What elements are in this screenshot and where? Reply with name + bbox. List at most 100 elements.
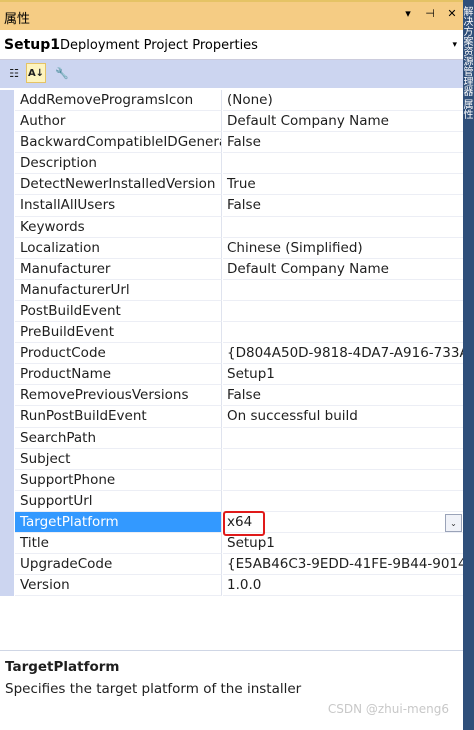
property-name[interactable]: SearchPath: [15, 427, 222, 449]
property-name[interactable]: Version: [15, 575, 222, 597]
property-row[interactable]: ManufacturerUrl: [0, 279, 463, 301]
property-name[interactable]: DetectNewerInstalledVersion: [15, 174, 222, 196]
property-row[interactable]: ProductCode {D804A50D-9818-4DA7-A916-733A: [0, 343, 463, 365]
row-margin: [0, 195, 14, 217]
property-row[interactable]: SupportPhone: [0, 469, 463, 491]
property-name[interactable]: Description: [15, 153, 222, 175]
property-name[interactable]: AddRemoveProgramsIcon: [15, 90, 222, 112]
property-name[interactable]: PreBuildEvent: [15, 322, 222, 344]
property-name[interactable]: Author: [15, 111, 222, 133]
row-margin: [0, 406, 14, 428]
object-selector-dropdown-icon[interactable]: ▾: [452, 40, 457, 50]
property-row[interactable]: InstallAllUsers False: [0, 195, 463, 217]
window-menu-dropdown-icon[interactable]: ▾: [401, 7, 415, 20]
property-row[interactable]: Keywords: [0, 216, 463, 238]
row-margin: [0, 490, 14, 512]
row-margin: [0, 132, 14, 154]
grid-empty-area: [0, 599, 463, 650]
side-tab-label[interactable]: 解决方案资源管理器 属性: [463, 6, 474, 176]
property-row[interactable]: Localization Chinese (Simplified): [0, 237, 463, 259]
property-row[interactable]: UpgradeCode {E5AB46C3-9EDD-41FE-9B44-9014…: [0, 554, 463, 576]
property-value[interactable]: 1.0.0: [223, 575, 463, 597]
property-name[interactable]: BackwardCompatibleIDGenera: [15, 132, 222, 154]
property-row[interactable]: Description: [0, 153, 463, 175]
property-row[interactable]: PostBuildEvent: [0, 300, 463, 323]
row-margin: [0, 216, 14, 238]
property-name[interactable]: Keywords: [15, 216, 222, 238]
object-selector[interactable]: Setup1 Deployment Project Properties ▾: [0, 30, 463, 60]
row-margin: [0, 511, 14, 533]
property-name[interactable]: RunPostBuildEvent: [15, 406, 222, 428]
object-name: Setup1: [4, 37, 60, 53]
property-row[interactable]: Subject: [0, 448, 463, 470]
row-margin: [0, 300, 14, 323]
property-name[interactable]: PostBuildEvent: [15, 300, 222, 323]
property-value[interactable]: On successful build: [223, 406, 463, 428]
property-row[interactable]: Version 1.0.0: [0, 575, 463, 597]
property-row[interactable]: PreBuildEvent: [0, 322, 463, 344]
property-row[interactable]: BackwardCompatibleIDGenera False: [0, 132, 463, 154]
property-value[interactable]: [223, 491, 463, 512]
property-value[interactable]: {D804A50D-9818-4DA7-A916-733A: [223, 343, 463, 365]
categorized-view-icon[interactable]: ☷: [4, 63, 24, 83]
property-value[interactable]: [223, 153, 463, 175]
row-margin: [0, 153, 14, 175]
property-name[interactable]: RemovePreviousVersions: [15, 385, 222, 407]
property-value[interactable]: False: [223, 195, 463, 217]
pin-icon[interactable]: ⊣: [423, 7, 437, 20]
property-row[interactable]: ProductName Setup1: [0, 364, 463, 386]
target-platform-highlight-box: [223, 511, 265, 536]
property-pages-wrench-icon[interactable]: 🔧: [52, 63, 72, 83]
property-row[interactable]: SupportUrl: [0, 490, 463, 512]
property-value[interactable]: Setup1: [223, 533, 463, 555]
row-margin: [0, 364, 14, 386]
target-platform-dropdown-button[interactable]: ⌄: [445, 514, 462, 532]
property-row[interactable]: RemovePreviousVersions False: [0, 385, 463, 407]
property-value[interactable]: {E5AB46C3-9EDD-41FE-9B44-90142: [223, 554, 463, 576]
property-row[interactable]: SearchPath: [0, 427, 463, 449]
property-name[interactable]: ProductName: [15, 364, 222, 386]
property-value[interactable]: Chinese (Simplified): [223, 238, 463, 259]
row-margin: [0, 258, 14, 280]
property-value[interactable]: False: [223, 385, 463, 407]
property-name[interactable]: Localization: [15, 237, 222, 259]
property-value[interactable]: [223, 280, 463, 301]
property-name[interactable]: SupportPhone: [15, 469, 222, 491]
property-name[interactable]: Subject: [15, 448, 222, 470]
alphabetical-sort-icon[interactable]: A↓: [26, 63, 46, 83]
property-row[interactable]: Title Setup1: [0, 532, 463, 555]
property-value[interactable]: False: [223, 132, 463, 154]
property-name[interactable]: InstallAllUsers: [15, 195, 222, 217]
property-value[interactable]: Default Company Name: [223, 259, 463, 280]
property-value[interactable]: [223, 470, 463, 491]
property-value[interactable]: True: [223, 174, 463, 196]
property-name[interactable]: Manufacturer: [15, 258, 222, 280]
row-margin: [0, 532, 14, 555]
row-margin: [0, 343, 14, 365]
property-row[interactable]: AddRemoveProgramsIcon (None): [0, 90, 463, 112]
property-value[interactable]: Default Company Name: [223, 111, 463, 133]
close-icon[interactable]: ✕: [445, 7, 459, 20]
property-row[interactable]: Manufacturer Default Company Name: [0, 258, 463, 280]
row-margin: [0, 90, 14, 112]
property-value[interactable]: [223, 301, 463, 323]
property-row[interactable]: RunPostBuildEvent On successful build: [0, 406, 463, 428]
row-margin: [0, 427, 14, 449]
row-margin: [0, 279, 14, 301]
row-margin: [0, 385, 14, 407]
property-value[interactable]: [223, 428, 463, 449]
property-row[interactable]: DetectNewerInstalledVersion True: [0, 174, 463, 196]
property-name[interactable]: ManufacturerUrl: [15, 279, 222, 301]
property-name[interactable]: TargetPlatform: [15, 511, 222, 533]
property-row[interactable]: Author Default Company Name: [0, 111, 463, 133]
row-margin: [0, 174, 14, 196]
property-value[interactable]: [223, 449, 463, 470]
property-name[interactable]: Title: [15, 532, 222, 555]
property-value[interactable]: (None): [223, 90, 463, 112]
property-value[interactable]: Setup1: [223, 364, 463, 386]
property-value[interactable]: [223, 217, 463, 238]
property-value[interactable]: [223, 322, 463, 344]
property-name[interactable]: SupportUrl: [15, 490, 222, 512]
property-name[interactable]: UpgradeCode: [15, 554, 222, 576]
property-name[interactable]: ProductCode: [15, 343, 222, 365]
